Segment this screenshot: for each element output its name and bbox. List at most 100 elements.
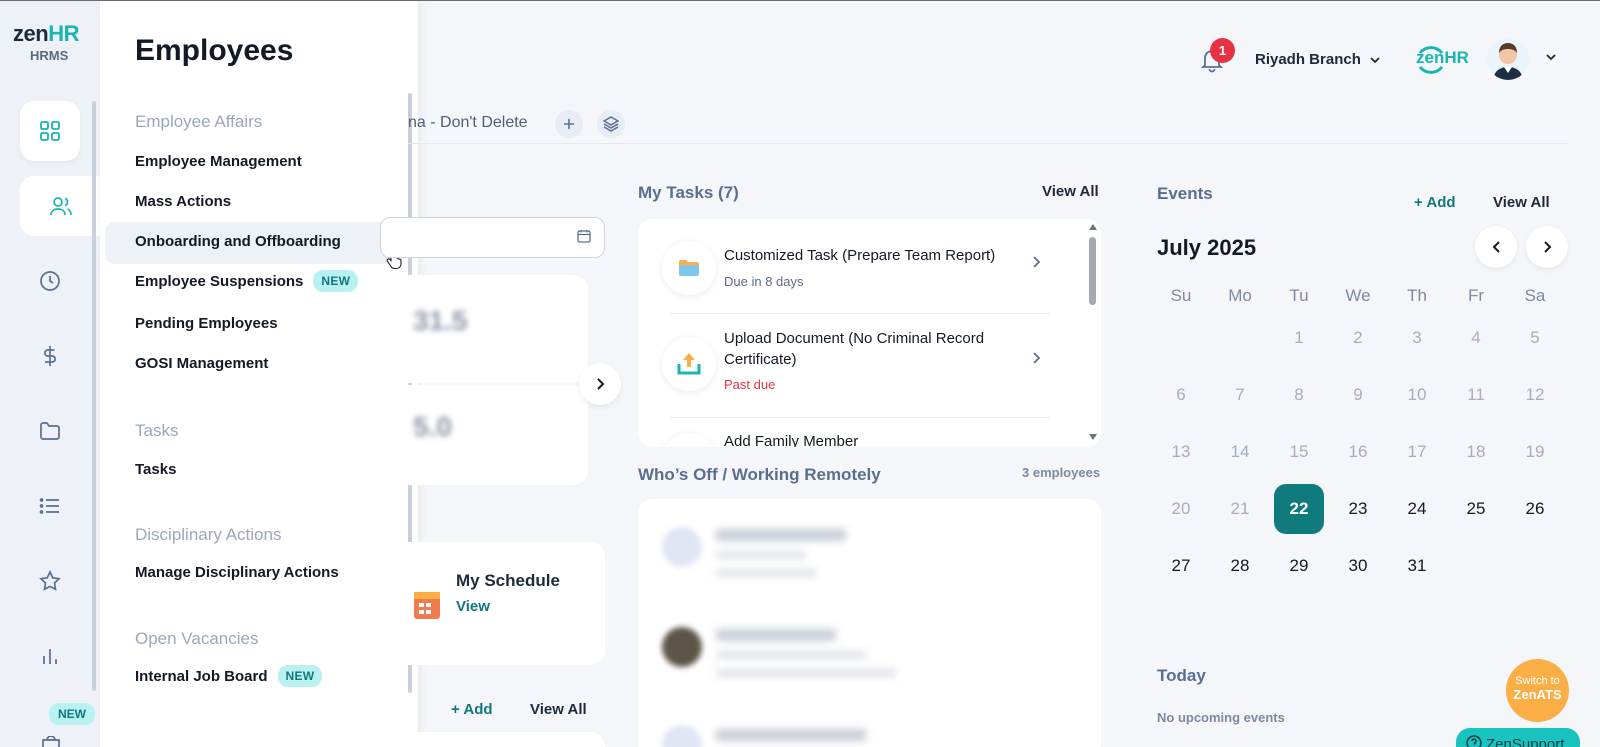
menu-item-tasks[interactable]: Tasks [135, 461, 176, 478]
calendar-day[interactable]: 4 [1451, 313, 1501, 363]
calendar-day[interactable]: 11 [1451, 370, 1501, 420]
calendar-day[interactable]: 27 [1156, 541, 1206, 591]
weekday-label: Sa [1524, 286, 1546, 305]
chevron-right-icon [1543, 241, 1551, 253]
calendar-day[interactable]: 1 [1274, 313, 1324, 363]
calendar-day[interactable]: 18 [1451, 427, 1501, 477]
menu-item-onboarding-offboarding[interactable]: Onboarding and Offboarding [135, 233, 341, 250]
calendar-icon[interactable] [577, 229, 591, 243]
calendar-day[interactable]: 16 [1333, 427, 1383, 477]
calendar-day[interactable]: 25 [1451, 484, 1501, 534]
weekday-label: Mo [1228, 286, 1252, 305]
no-events-text: No upcoming events [1157, 710, 1285, 725]
calendar-day[interactable]: 15 [1274, 427, 1324, 477]
user-avatar[interactable] [1487, 38, 1529, 80]
blurred-text [716, 551, 806, 559]
company-logo: zenHR [1416, 46, 1469, 74]
task-item[interactable]: Customized Task (Prepare Team Report) Du… [662, 241, 1062, 321]
scroll-down-arrow-icon[interactable] [1088, 433, 1098, 441]
rail-favorites-button[interactable] [20, 551, 80, 611]
add-link[interactable]: + Add [451, 701, 493, 718]
rail-store-button[interactable] [41, 736, 61, 747]
calendar-month-label: July 2025 [1157, 235, 1257, 260]
tasks-view-all-link[interactable]: View All [1042, 183, 1099, 200]
task-item[interactable]: Upload Document (No Criminal Record Cert… [662, 330, 1062, 421]
calendar-day[interactable]: 17 [1392, 427, 1442, 477]
rail-payroll-button[interactable] [20, 326, 80, 386]
branch-label: Riyadh Branch [1255, 51, 1361, 68]
blurred-text [716, 569, 816, 577]
leave-balance-card[interactable]: 31.5 [380, 275, 588, 383]
events-view-all-link[interactable]: View All [1493, 194, 1550, 211]
rail-documents-button[interactable] [20, 401, 80, 461]
calendar-day[interactable]: 29 [1274, 541, 1324, 591]
menu-item-employee-suspensions[interactable]: Employee Suspensions NEW [135, 270, 359, 292]
calendar-day[interactable]: 19 [1510, 427, 1560, 477]
whos-off-title: Who’s Off / Working Remotely [638, 465, 881, 484]
next-month-button[interactable] [1526, 226, 1568, 268]
calendar-day[interactable]: 23 [1333, 484, 1383, 534]
schedule-title: My Schedule [456, 571, 560, 590]
next-card-button[interactable] [579, 363, 621, 405]
calendar-day[interactable]: 31 [1392, 541, 1442, 591]
branch-selector[interactable]: Riyadh Branch [1255, 51, 1381, 68]
calendar-day[interactable]: 20 [1156, 484, 1206, 534]
calendar-day[interactable]: 12 [1510, 370, 1560, 420]
calendar-day[interactable]: 2 [1333, 313, 1383, 363]
menu-item-pending-employees[interactable]: Pending Employees [135, 315, 278, 332]
calendar-day[interactable]: 14 [1215, 427, 1265, 477]
menu-item-manage-disciplinary-actions[interactable]: Manage Disciplinary Actions [135, 564, 339, 581]
view-all-link[interactable]: View All [530, 701, 587, 718]
blurred-value: 31.5 [413, 305, 468, 336]
chevron-left-icon [1492, 241, 1500, 253]
tasks-scrollbar[interactable] [1089, 237, 1096, 305]
calendar-day[interactable]: 24 [1392, 484, 1442, 534]
rail-dashboard-button[interactable] [20, 101, 80, 161]
calendar-day[interactable]: 28 [1215, 541, 1265, 591]
chevron-right-icon [1033, 256, 1041, 268]
calendar-day[interactable]: 30 [1333, 541, 1383, 591]
calendar-day[interactable]: 13 [1156, 427, 1206, 477]
schedule-view-link[interactable]: View [456, 598, 490, 615]
plus-icon [564, 119, 574, 129]
menu-item-employee-management[interactable]: Employee Management [135, 153, 302, 170]
prev-month-button[interactable] [1475, 226, 1517, 268]
calendar-day[interactable]: 6 [1156, 370, 1206, 420]
layers-button[interactable] [597, 110, 625, 138]
events-add-link[interactable]: + Add [1414, 194, 1456, 211]
rail-employees-button[interactable] [20, 176, 102, 236]
calendar-day[interactable]: 10 [1392, 370, 1442, 420]
scroll-up-arrow-icon[interactable] [1088, 223, 1098, 231]
switch-to-zenats-button[interactable]: Switch to ZenATS [1506, 659, 1569, 722]
calendar-day-selected[interactable]: 22 [1274, 484, 1324, 534]
app-logo[interactable]: zenHR HRMS [13, 21, 93, 63]
calendar-day[interactable]: 5 [1510, 313, 1560, 363]
rail-time-button[interactable] [20, 251, 80, 311]
add-tab-button[interactable] [555, 110, 583, 138]
avatar [662, 725, 702, 747]
rail-scrollbar[interactable] [92, 101, 96, 691]
dashboard-tab[interactable]: na - Don't Delete [408, 114, 528, 132]
left-rail: zenHR HRMS NEW [0, 1, 102, 747]
bag-icon [42, 736, 60, 747]
calendar-day[interactable]: 9 [1333, 370, 1383, 420]
calendar-day[interactable]: 26 [1510, 484, 1560, 534]
leave-balance-card[interactable]: 5.0 [380, 385, 588, 485]
tasks-title: My Tasks (7) [638, 183, 739, 202]
rail-reports-button[interactable] [20, 626, 80, 686]
star-icon [39, 570, 61, 591]
calendar-day[interactable]: 7 [1215, 370, 1265, 420]
menu-item-mass-actions[interactable]: Mass Actions [135, 193, 231, 210]
zensupport-button[interactable]: ZenSupport [1456, 728, 1580, 747]
calendar-day[interactable]: 8 [1274, 370, 1324, 420]
calendar-day[interactable]: 3 [1392, 313, 1442, 363]
date-range-input[interactable] [380, 217, 605, 258]
calendar-day[interactable]: 21 [1215, 484, 1265, 534]
new-badge: NEW [49, 703, 95, 725]
new-badge: NEW [277, 665, 323, 687]
chevron-down-icon[interactable] [1545, 53, 1557, 61]
menu-item-internal-job-board[interactable]: Internal Job Board NEW [135, 665, 323, 687]
rail-requests-button[interactable] [20, 476, 80, 536]
menu-item-gosi-management[interactable]: GOSI Management [135, 355, 268, 372]
task-item[interactable]: Add Family Member [662, 431, 1062, 447]
